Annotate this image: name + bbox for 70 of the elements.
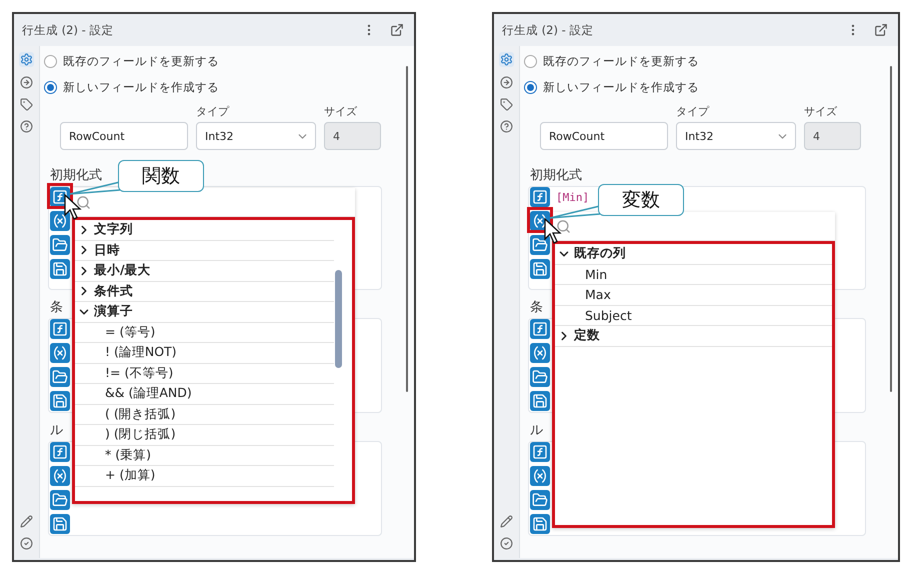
menu-group[interactable]: 条件式 xyxy=(75,282,334,302)
radio-label: 既存のフィールドを更新する xyxy=(63,54,219,68)
menu-item[interactable]: ) (閉じ括弧) xyxy=(75,425,334,446)
undock-icon[interactable] xyxy=(874,23,888,37)
search-field[interactable] xyxy=(72,188,355,217)
menu-item[interactable]: ( (開き括弧) xyxy=(75,404,334,425)
field-label: タイプ xyxy=(196,104,230,120)
expression-text: [Min] xyxy=(556,191,590,205)
save-button[interactable] xyxy=(50,391,70,411)
radio-label: 既存のフィールドを更新する xyxy=(543,54,699,68)
radio-button[interactable] xyxy=(524,80,537,94)
search-icon xyxy=(556,218,571,234)
section-label: 初期化式 xyxy=(530,167,582,184)
name-input-field[interactable]: RowCount xyxy=(60,122,188,150)
menu-group[interactable]: 最小/最大 xyxy=(75,261,334,282)
menu-item[interactable]: ! (論理NOT) xyxy=(75,343,334,364)
type-dropdown[interactable]: Int32 xyxy=(196,122,316,150)
menu-group[interactable]: 日時 xyxy=(75,240,334,261)
menu-group[interactable]: 文字列 xyxy=(75,220,334,240)
menu-item[interactable]: Max xyxy=(555,285,832,306)
menu-item[interactable]: Subject xyxy=(555,306,832,326)
undock-icon[interactable] xyxy=(390,23,404,37)
callout-label: 関数 xyxy=(118,160,204,192)
name-input-field[interactable]: RowCount xyxy=(540,122,668,150)
section-label: 初期化式 xyxy=(50,167,102,184)
menu-group[interactable]: 定数 xyxy=(555,326,832,346)
help-icon[interactable] xyxy=(500,120,513,133)
save-button[interactable] xyxy=(50,259,70,279)
section-label: ル xyxy=(530,422,543,439)
field-label: サイズ xyxy=(804,104,838,120)
radio-button[interactable] xyxy=(524,54,537,68)
pencil-icon[interactable] xyxy=(500,515,513,528)
menu-item[interactable]: && (論理AND) xyxy=(75,384,334,404)
type-dropdown[interactable]: Int32 xyxy=(676,122,796,150)
save-button[interactable] xyxy=(530,259,550,279)
help-icon[interactable] xyxy=(20,120,33,133)
menu-item[interactable]: != (不等号) xyxy=(75,364,334,384)
menu-group[interactable]: 演算子 xyxy=(75,302,334,322)
settings-icon[interactable] xyxy=(499,52,514,67)
radio-label: 新しいフィールドを作成する xyxy=(543,80,699,94)
scrollbar[interactable] xyxy=(406,66,408,392)
panel-title: 行生成 (2) - 設定 xyxy=(22,22,114,38)
section-label: ル xyxy=(50,422,63,439)
tag-icon[interactable] xyxy=(20,98,33,111)
save-button[interactable] xyxy=(530,391,550,411)
section-label: 条 xyxy=(530,299,543,316)
scrollbar[interactable] xyxy=(335,270,342,368)
radio-button[interactable] xyxy=(44,54,57,68)
pencil-icon[interactable] xyxy=(20,515,33,528)
callout-label: 変数 xyxy=(598,184,684,216)
search-field[interactable] xyxy=(552,212,835,241)
menu-item[interactable]: + (加算) xyxy=(75,466,334,486)
search-icon xyxy=(76,194,91,210)
menu-item[interactable]: Min xyxy=(555,264,832,285)
settings-icon[interactable] xyxy=(19,52,34,67)
menu-item[interactable]: * (乗算) xyxy=(75,446,334,466)
menu-group[interactable]: 既存の列 xyxy=(555,244,832,264)
field-label: タイプ xyxy=(676,104,710,120)
check-circle-icon[interactable] xyxy=(500,537,513,550)
section-label: 条 xyxy=(50,299,63,316)
radio-label: 新しいフィールドを作成する xyxy=(63,80,219,94)
radio-button[interactable] xyxy=(44,80,57,94)
tag-icon[interactable] xyxy=(500,98,513,111)
scrollbar[interactable] xyxy=(890,66,892,392)
panel-title: 行生成 (2) - 設定 xyxy=(502,22,594,38)
field-label: サイズ xyxy=(324,104,358,120)
save-button[interactable] xyxy=(50,514,70,534)
save-button[interactable] xyxy=(530,514,550,534)
check-circle-icon[interactable] xyxy=(20,537,33,550)
menu-item[interactable]: = (等号) xyxy=(75,322,334,343)
